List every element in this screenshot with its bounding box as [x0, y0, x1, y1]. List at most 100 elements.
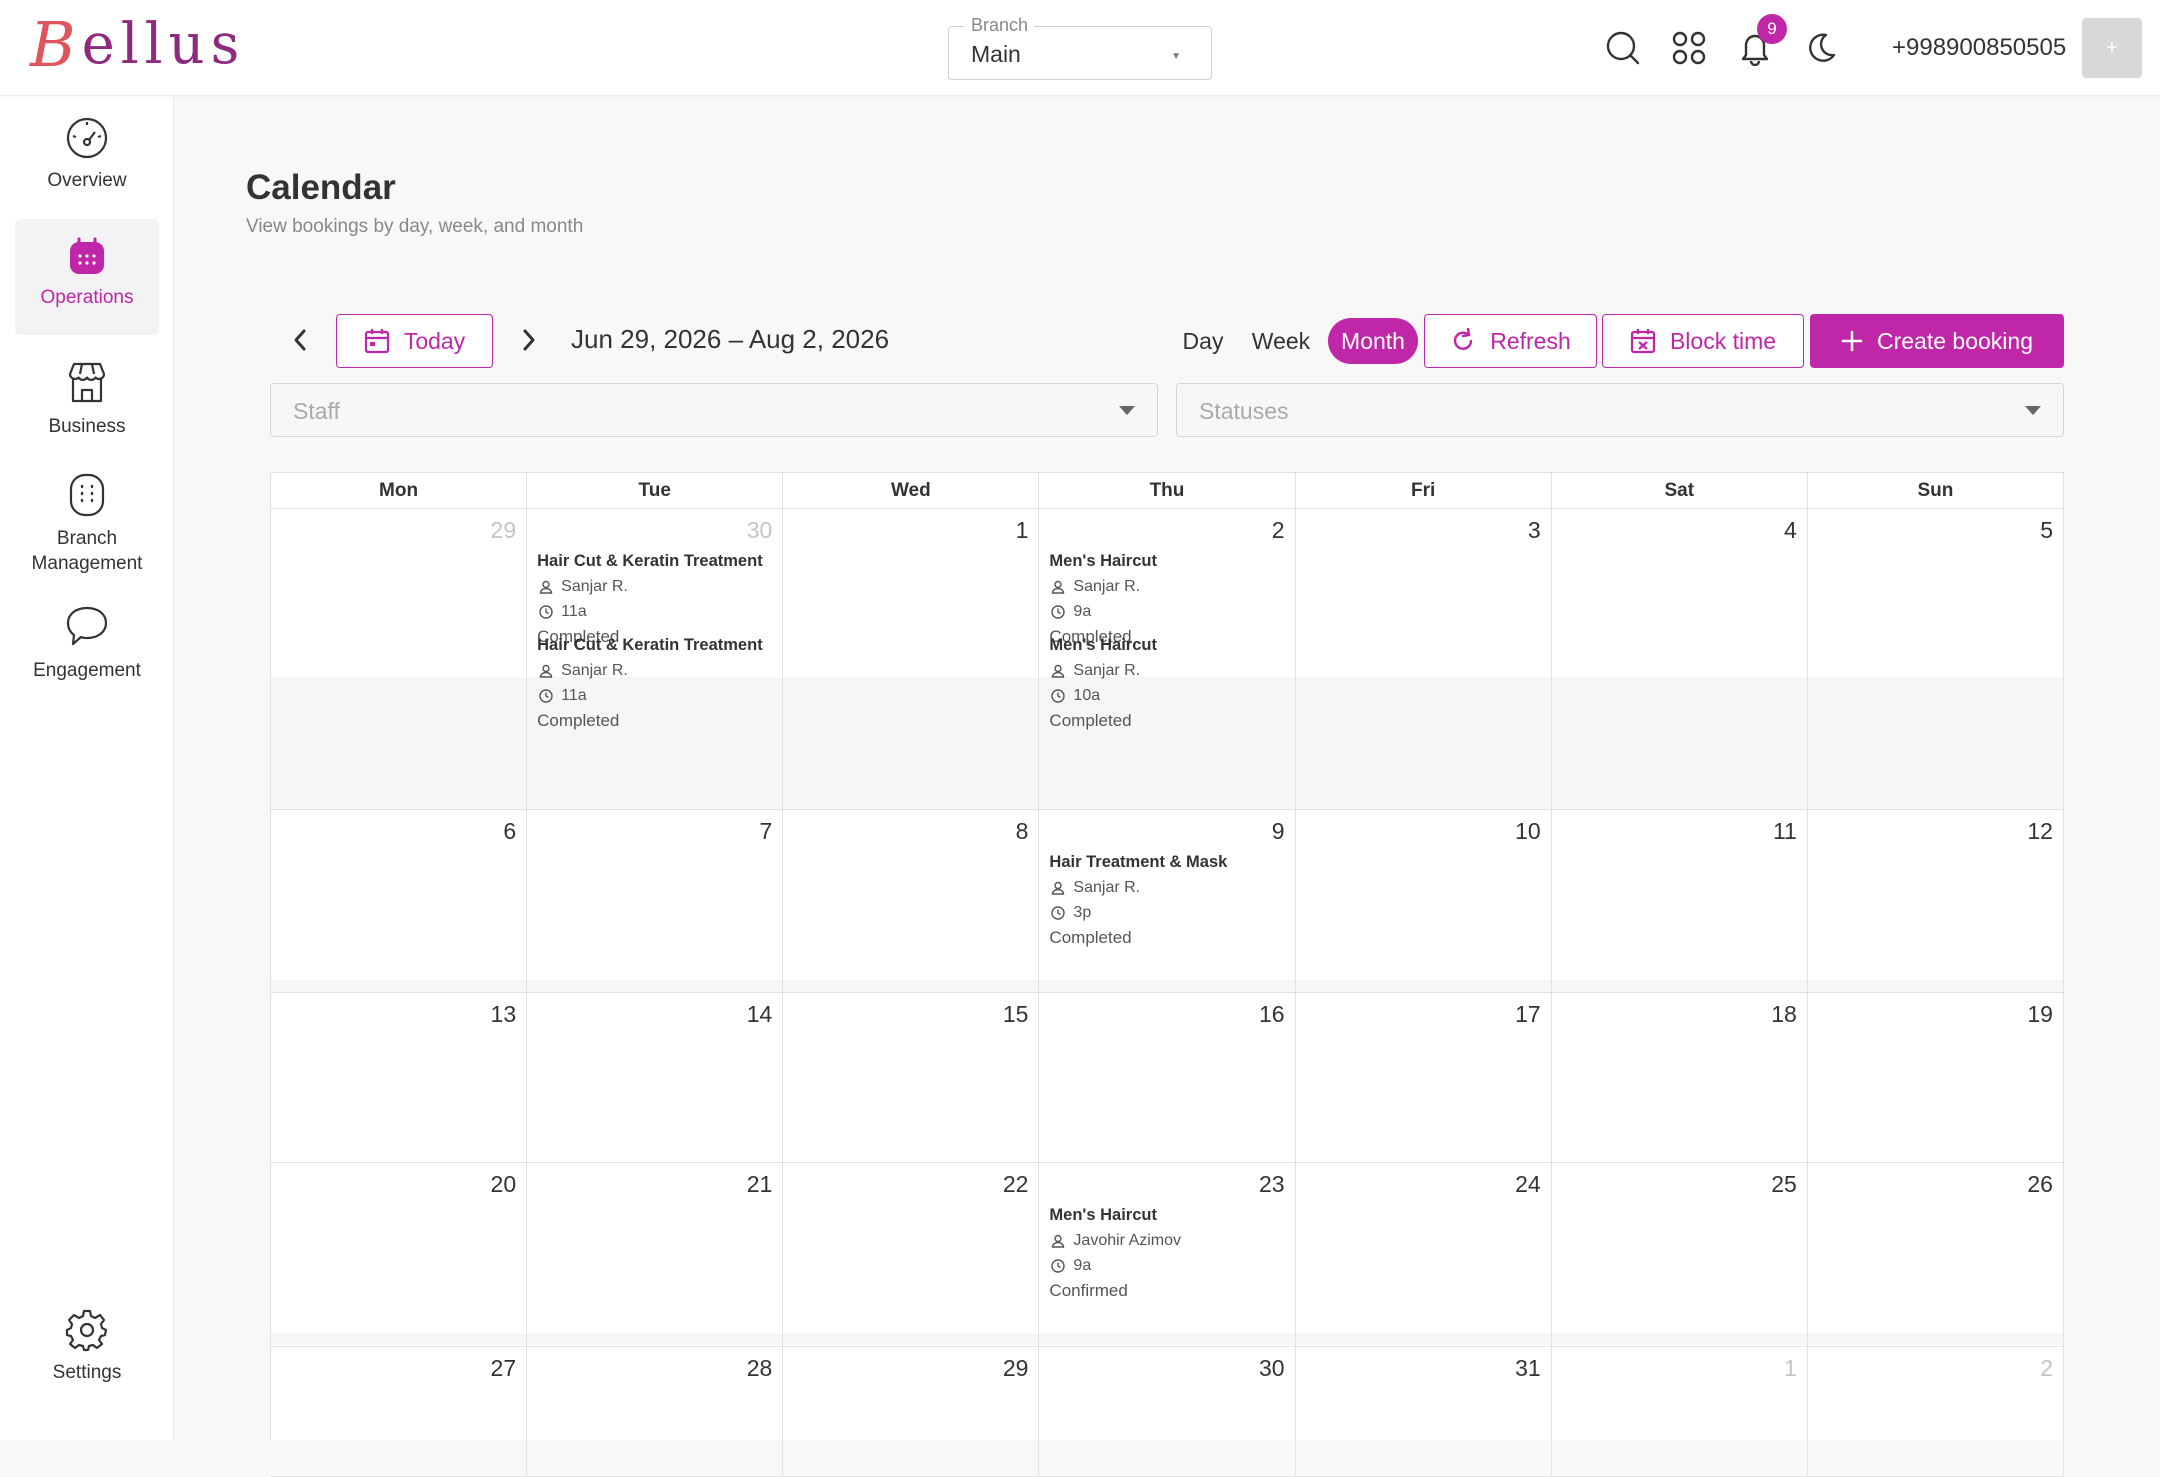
day-cell[interactable]: 13	[271, 993, 528, 1162]
day-cell[interactable]: 9 Hair Treatment & Mask Sanjar R. 3p Complet…	[1039, 810, 1296, 992]
day-number[interactable]: 14	[747, 1001, 773, 1028]
day-number[interactable]: 13	[491, 1001, 517, 1028]
day-number[interactable]: 25	[1771, 1171, 1797, 1198]
day-cell[interactable]: 20	[271, 1163, 528, 1346]
day-cell[interactable]: 5	[1807, 509, 2064, 809]
apps-button[interactable]	[1665, 24, 1713, 72]
day-number[interactable]: 31	[1515, 1355, 1541, 1382]
day-number[interactable]: 11	[1773, 818, 1797, 845]
day-cell[interactable]: 1	[783, 509, 1040, 809]
day-number[interactable]: 1	[1016, 517, 1029, 544]
day-cell[interactable]: 25	[1551, 1163, 1808, 1346]
tab-day[interactable]: Day	[1172, 318, 1234, 364]
day-cell[interactable]: 15	[783, 993, 1040, 1162]
bellus-logo[interactable]: Bellus	[30, 8, 245, 81]
day-number[interactable]: 23	[1259, 1171, 1285, 1198]
day-cell[interactable]: 12	[1807, 810, 2064, 992]
day-number[interactable]: 26	[2027, 1171, 2053, 1198]
day-number[interactable]: 22	[1003, 1171, 1029, 1198]
day-number[interactable]: 29	[491, 517, 517, 544]
previous-range-button[interactable]	[284, 322, 316, 358]
today-button[interactable]: Today	[336, 314, 493, 368]
day-cell[interactable]: 11	[1551, 810, 1808, 992]
booking-event[interactable]: Hair Cut & Keratin Treatment Sanjar R. 11a…	[537, 633, 776, 733]
create-booking-button[interactable]: Create booking	[1810, 314, 2064, 368]
day-number[interactable]: 24	[1515, 1171, 1541, 1198]
day-number[interactable]: 4	[1784, 517, 1797, 544]
sidebar-item-overview[interactable]: Overview	[15, 116, 159, 212]
day-cell[interactable]: 29	[271, 509, 528, 809]
day-number[interactable]: 30	[747, 517, 773, 544]
avatar[interactable]: +	[2082, 18, 2142, 78]
day-cell[interactable]: 4	[1551, 509, 1808, 809]
day-cell[interactable]: 22	[783, 1163, 1040, 1346]
day-number[interactable]: 5	[2040, 517, 2053, 544]
day-number[interactable]: 28	[747, 1355, 773, 1382]
day-cell[interactable]: 23 Men's Haircut Javohir Azimov 9a Confirmed	[1039, 1163, 1296, 1346]
day-number[interactable]: 15	[1003, 1001, 1029, 1028]
day-number[interactable]: 30	[1259, 1355, 1285, 1382]
sidebar-item-engagement[interactable]: Engagement	[15, 604, 159, 700]
tab-month[interactable]: Month	[1328, 318, 1418, 364]
day-cell[interactable]: 27	[271, 1347, 528, 1476]
day-cell[interactable]: 10	[1295, 810, 1552, 992]
tab-week[interactable]: Week	[1246, 318, 1316, 364]
next-range-button[interactable]	[513, 322, 545, 358]
block-time-button[interactable]: Block time	[1602, 314, 1804, 368]
day-number[interactable]: 9	[1272, 818, 1285, 845]
sidebar-item-branch-management[interactable]: Branch Management	[15, 472, 159, 602]
day-number[interactable]: 20	[491, 1171, 517, 1198]
day-cell[interactable]: 16	[1039, 993, 1296, 1162]
notifications-button[interactable]: 9	[1731, 14, 1787, 72]
sidebar-item-business[interactable]: Business	[15, 360, 159, 456]
day-cell[interactable]: 2 Men's Haircut Sanjar R. 9a Completed Men's …	[1039, 509, 1296, 809]
day-cell[interactable]: 31	[1296, 1347, 1552, 1476]
day-cell[interactable]: 8	[783, 810, 1040, 992]
day-number[interactable]: 7	[759, 818, 772, 845]
day-cell[interactable]: 14	[527, 993, 784, 1162]
day-number[interactable]: 8	[1016, 818, 1029, 845]
day-cell[interactable]: 6	[271, 810, 528, 992]
day-cell[interactable]: 18	[1552, 993, 1808, 1162]
day-cell[interactable]: 24	[1295, 1163, 1552, 1346]
booking-event[interactable]: Hair Treatment & Mask Sanjar R. 3p Complete…	[1049, 850, 1288, 950]
day-number[interactable]: 17	[1515, 1001, 1541, 1028]
day-number[interactable]: 19	[2027, 1001, 2053, 1028]
day-number[interactable]: 29	[1003, 1355, 1029, 1382]
day-number[interactable]: 10	[1515, 818, 1541, 845]
day-cell[interactable]: 17	[1296, 993, 1552, 1162]
day-cell[interactable]: 26	[1807, 1163, 2064, 1346]
day-number[interactable]: 18	[1771, 1001, 1797, 1028]
day-cell[interactable]: 3	[1295, 509, 1552, 809]
day-cell[interactable]: 28	[527, 1347, 784, 1476]
day-number[interactable]: 1	[1784, 1355, 1797, 1382]
day-cell[interactable]: 19	[1808, 993, 2064, 1162]
user-icon	[1052, 1234, 1065, 1248]
day-number[interactable]: 16	[1259, 1001, 1285, 1028]
statuses-filter[interactable]: Statuses	[1176, 383, 2064, 437]
day-cell[interactable]: 21	[527, 1163, 784, 1346]
day-number[interactable]: 21	[747, 1171, 773, 1198]
booking-event[interactable]: Men's Haircut Sanjar R. 10a Completed	[1049, 633, 1288, 733]
search-button[interactable]	[1599, 24, 1647, 72]
staff-filter[interactable]: Staff	[270, 383, 1158, 437]
refresh-button[interactable]: Refresh	[1424, 314, 1597, 368]
user-phone[interactable]: +998900850505	[1892, 34, 2066, 62]
sidebar-item-operations[interactable]: Operations	[15, 219, 159, 335]
day-number[interactable]: 12	[2027, 818, 2053, 845]
day-cell[interactable]: 7	[527, 810, 784, 992]
day-number[interactable]: 2	[2040, 1355, 2053, 1382]
day-cell[interactable]: 30	[1039, 1347, 1296, 1476]
day-number[interactable]: 27	[491, 1355, 517, 1382]
branch-select[interactable]: Branch Main ▼	[948, 15, 1212, 80]
day-number[interactable]: 6	[503, 818, 516, 845]
day-number[interactable]: 2	[1272, 517, 1285, 544]
day-cell[interactable]: 1	[1552, 1347, 1808, 1476]
sidebar-item-settings[interactable]: Settings	[15, 1308, 159, 1404]
booking-event[interactable]: Men's Haircut Javohir Azimov 9a Confirmed	[1049, 1203, 1288, 1303]
day-cell[interactable]: 2	[1808, 1347, 2064, 1476]
day-cell[interactable]: 30 Hair Cut & Keratin Treatment Sanjar R. 1…	[527, 509, 784, 809]
day-cell[interactable]: 29	[783, 1347, 1040, 1476]
day-number[interactable]: 3	[1528, 517, 1541, 544]
theme-toggle-button[interactable]	[1797, 24, 1845, 72]
